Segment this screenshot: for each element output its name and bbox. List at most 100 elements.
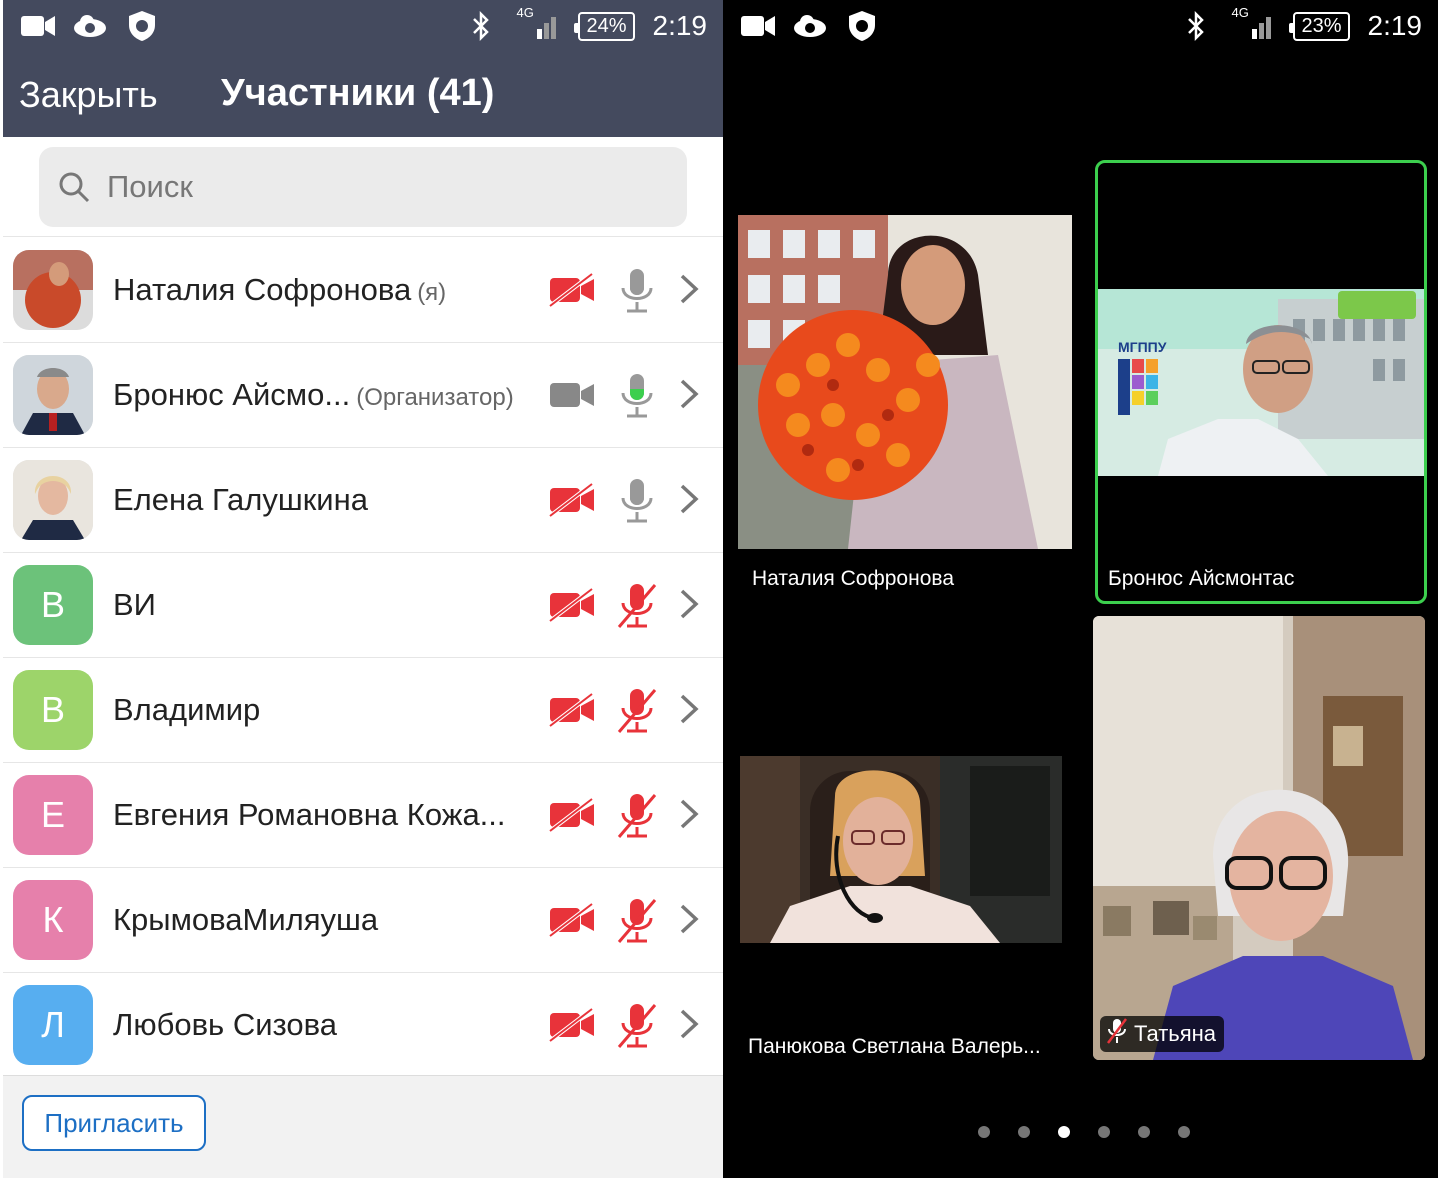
participant-name-text: КрымоваМиляуша xyxy=(113,902,379,937)
search-bar xyxy=(3,137,723,237)
video-feed-panyukova xyxy=(740,756,1062,943)
avatar-initial: Л xyxy=(41,1004,65,1045)
chevron-right-icon[interactable] xyxy=(677,587,701,621)
page-dot[interactable] xyxy=(1178,1126,1190,1138)
avatar: В xyxy=(13,670,93,750)
invite-button[interactable]: Пригласить xyxy=(22,1095,206,1151)
participant-name: Бронюс Айсмо... (Организатор) xyxy=(113,377,514,413)
camera-off-icon[interactable] xyxy=(548,902,596,938)
participants-panel: 4G 24% 2:19 Закрыть Участники (41) Натал… xyxy=(3,0,723,1178)
camera-off-icon[interactable] xyxy=(548,797,596,833)
microphone-icon[interactable] xyxy=(613,266,661,316)
mgppu-logo-text: МГППУ xyxy=(1118,339,1167,355)
video-feed-natalia xyxy=(738,215,1072,549)
microphone-icon[interactable] xyxy=(613,371,661,421)
avatar: Л xyxy=(13,985,93,1065)
participant-row[interactable]: В ВИ xyxy=(3,553,723,658)
page-dot[interactable] xyxy=(978,1126,990,1138)
camera-off-icon[interactable] xyxy=(548,587,596,623)
shield-icon xyxy=(125,9,159,43)
page-title: Участники (41) xyxy=(221,72,495,114)
close-button[interactable]: Закрыть xyxy=(19,74,158,116)
network-type: 4G xyxy=(1231,5,1249,20)
participant-row[interactable]: В Владимир xyxy=(3,658,723,763)
page-dot[interactable] xyxy=(1058,1126,1070,1138)
mic-muted-icon[interactable] xyxy=(613,1001,661,1051)
participant-name: Владимир xyxy=(113,692,260,728)
page-dot[interactable] xyxy=(1138,1126,1150,1138)
cloud-icon xyxy=(793,9,827,43)
participant-row[interactable]: Е Евгения Романовна Кожа... xyxy=(3,763,723,868)
page-dot[interactable] xyxy=(1018,1126,1030,1138)
participant-row[interactable]: Л Любовь Сизова xyxy=(3,973,723,1078)
bluetooth-icon xyxy=(1179,9,1213,43)
camera-off-icon[interactable] xyxy=(548,482,596,518)
cloud-icon xyxy=(73,9,107,43)
chevron-right-icon[interactable] xyxy=(677,482,701,516)
camera-off-icon[interactable] xyxy=(548,1007,596,1043)
mic-muted-icon[interactable] xyxy=(613,896,661,946)
battery-indicator: 23% xyxy=(1289,11,1350,41)
participant-name-text: Елена Галушкина xyxy=(113,482,368,517)
page-indicator[interactable] xyxy=(978,1126,1190,1138)
participant-row[interactable]: Елена Галушкина xyxy=(3,448,723,553)
video-tile-bronius[interactable]: МГППУ xyxy=(1098,289,1424,476)
chevron-right-icon[interactable] xyxy=(677,1007,701,1041)
participant-name-text: Евгения Романовна Кожа... xyxy=(113,797,506,832)
chevron-right-icon[interactable] xyxy=(677,797,701,831)
page-dot[interactable] xyxy=(1098,1126,1110,1138)
video-tile-panyukova[interactable] xyxy=(740,756,1062,943)
shield-icon xyxy=(845,9,879,43)
mic-muted-icon[interactable] xyxy=(613,581,661,631)
participant-row[interactable]: К КрымоваМиляуша xyxy=(3,868,723,973)
tile-label-panyukova: Панюкова Светлана Валерь... xyxy=(748,1035,1041,1058)
microphone-icon[interactable] xyxy=(613,476,661,526)
camera-off-icon[interactable] xyxy=(548,692,596,728)
video-feed-bronius: МГППУ xyxy=(1098,289,1424,476)
search-input[interactable] xyxy=(107,169,627,205)
avatar-initial: В xyxy=(40,584,65,625)
video-camera-icon xyxy=(21,9,55,43)
camera-off-icon[interactable] xyxy=(548,272,596,308)
participant-row[interactable]: Наталия Софронова (я) xyxy=(3,238,723,343)
signal-icon: 4G xyxy=(1231,5,1275,43)
avatar xyxy=(13,355,93,435)
video-tile-tatyana[interactable] xyxy=(1093,616,1425,1060)
screenshot-root: 4G 24% 2:19 Закрыть Участники (41) Натал… xyxy=(0,0,1438,1178)
avatar: Е xyxy=(13,775,93,855)
avatar-initial: Е xyxy=(40,794,65,835)
bluetooth-icon xyxy=(464,9,498,43)
network-type: 4G xyxy=(516,5,534,20)
tile-label-tatyana: Татьяна xyxy=(1134,1021,1217,1046)
chevron-right-icon[interactable] xyxy=(677,272,701,306)
participant-row[interactable]: Бронюс Айсмо... (Организатор) xyxy=(3,343,723,448)
camera-on-icon[interactable] xyxy=(548,377,596,413)
participant-name: Евгения Романовна Кожа... xyxy=(113,797,506,833)
bottom-bar: Пригласить xyxy=(3,1075,723,1178)
tile-label-natalia: Наталия Софронова xyxy=(752,567,954,590)
participant-name-text: Владимир xyxy=(113,692,261,727)
participant-name-text: Бронюс Айсмо... xyxy=(113,377,351,412)
mic-muted-icon[interactable] xyxy=(613,791,661,841)
participant-role-tag: (я) xyxy=(417,279,447,306)
status-bar-right: 4G 23% 2:19 xyxy=(723,0,1438,52)
video-tile-natalia[interactable] xyxy=(738,215,1072,549)
participant-role-tag: (Организатор) xyxy=(356,384,514,411)
chevron-right-icon[interactable] xyxy=(677,902,701,936)
chevron-right-icon[interactable] xyxy=(677,377,701,411)
mic-muted-icon[interactable] xyxy=(613,686,661,736)
battery-indicator: 24% xyxy=(574,11,635,41)
gallery-view: 4G 23% 2:19 Наталия Софронова МГППУ Брон… xyxy=(723,0,1438,1178)
video-camera-icon xyxy=(741,9,775,43)
participant-name: Любовь Сизова xyxy=(113,1007,337,1043)
participant-name: Елена Галушкина xyxy=(113,482,368,518)
participant-name: ВИ xyxy=(113,587,156,623)
chevron-right-icon[interactable] xyxy=(677,692,701,726)
avatar xyxy=(13,460,93,540)
participant-name: Наталия Софронова (я) xyxy=(113,272,446,308)
participant-name-text: ВИ xyxy=(113,587,156,622)
search-box[interactable] xyxy=(39,147,687,227)
nav-bar: Закрыть Участники (41) xyxy=(3,52,723,137)
participant-name-text: Любовь Сизова xyxy=(113,1007,337,1042)
avatar: В xyxy=(13,565,93,645)
